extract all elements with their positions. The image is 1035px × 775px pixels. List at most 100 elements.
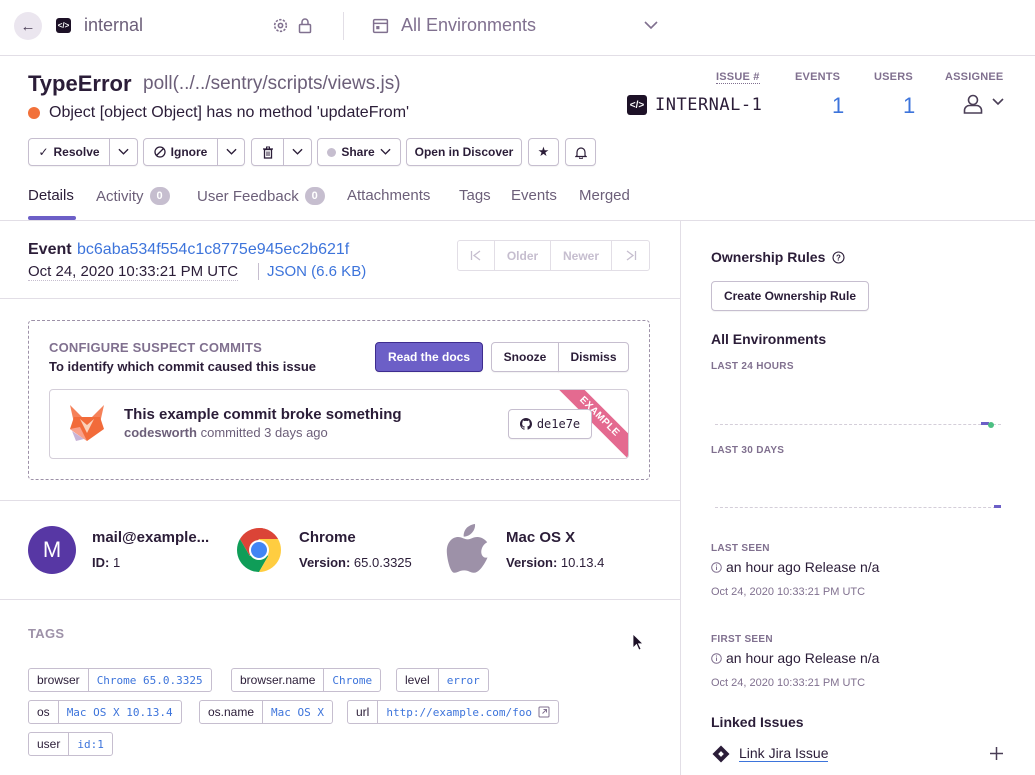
ignore-label: Ignore bbox=[170, 145, 208, 159]
first-seen-line: an hour ago Release n/a bbox=[711, 650, 879, 666]
tag-value: id:1 bbox=[77, 737, 104, 751]
question-circle-icon[interactable]: ? bbox=[832, 251, 845, 264]
divider bbox=[0, 599, 680, 600]
newer-button[interactable]: Newer bbox=[550, 240, 612, 271]
browser-context-title: Chrome bbox=[299, 529, 356, 546]
share-label: Share bbox=[341, 145, 375, 159]
back-arrow-icon[interactable]: ← bbox=[14, 12, 42, 40]
tag-pill[interactable]: os Mac OS X 10.13.4 bbox=[28, 700, 182, 724]
suspect-commits-heading: CONFIGURE SUSPECT COMMITS bbox=[49, 340, 263, 355]
commit-sha-button[interactable]: de1e7e bbox=[508, 409, 592, 439]
divider bbox=[0, 500, 680, 501]
tab-merged[interactable]: Merged bbox=[579, 187, 630, 204]
tab-attachments[interactable]: Attachments bbox=[347, 187, 430, 204]
tag-value-text: http://example.com/foo bbox=[386, 705, 533, 719]
first-seen-label: FIRST SEEN bbox=[711, 634, 773, 645]
issue-title: TypeError bbox=[28, 71, 132, 96]
chevron-down-icon[interactable] bbox=[992, 97, 1004, 107]
share-status-dot bbox=[327, 147, 337, 157]
ignore-dropdown-button[interactable] bbox=[218, 138, 245, 166]
count-badge: 0 bbox=[304, 187, 325, 205]
last-event-button[interactable] bbox=[611, 240, 650, 271]
bookmark-button[interactable]: ★ bbox=[528, 138, 559, 166]
divider bbox=[0, 298, 680, 299]
ownership-rules-label: Ownership Rules bbox=[711, 249, 826, 265]
events-count[interactable]: 1 bbox=[832, 93, 844, 119]
project-name[interactable]: internal bbox=[84, 15, 143, 36]
tag-pill[interactable]: os.name Mac OS X bbox=[199, 700, 334, 724]
tag-pill[interactable]: url http://example.com/foo bbox=[347, 700, 560, 724]
os-version-label: Version: bbox=[506, 555, 558, 570]
create-ownership-rule-button[interactable]: Create Ownership Rule bbox=[711, 281, 869, 311]
resolve-button[interactable]: ✓ Resolve bbox=[28, 138, 110, 166]
lock-icon[interactable] bbox=[297, 17, 313, 34]
delete-button[interactable] bbox=[251, 138, 284, 166]
tab-user-feedback[interactable]: User Feedback 0 bbox=[197, 187, 325, 205]
ignore-button[interactable]: Ignore bbox=[143, 138, 218, 166]
browser-version-label: Version: bbox=[299, 555, 351, 570]
plus-icon[interactable] bbox=[989, 746, 1004, 761]
open-in-discover-button[interactable]: Open in Discover bbox=[406, 138, 522, 166]
delete-dropdown-button[interactable] bbox=[284, 138, 312, 166]
chart-24h-release-dot[interactable] bbox=[988, 422, 994, 428]
gear-icon[interactable] bbox=[272, 17, 289, 34]
link-jira-issue[interactable]: Link Jira Issue bbox=[739, 745, 829, 762]
tag-pill[interactable]: browser Chrome 65.0.3325 bbox=[28, 668, 212, 692]
tag-value: Chrome bbox=[332, 673, 373, 687]
tab-label: Tags bbox=[459, 187, 491, 204]
tag-pill[interactable]: user id:1 bbox=[28, 732, 113, 756]
event-id-link[interactable]: bc6aba534f554c1c8775e945ec2b621f bbox=[77, 241, 349, 259]
tab-label: Events bbox=[511, 187, 557, 204]
tags-heading: TAGS bbox=[28, 626, 65, 641]
chart-30d-bar bbox=[994, 505, 1001, 508]
sidebar-environment: All Environments bbox=[711, 331, 827, 347]
tab-details[interactable]: Details bbox=[28, 187, 74, 204]
jira-icon bbox=[712, 745, 730, 763]
subscribe-button[interactable] bbox=[565, 138, 596, 166]
environment-selector[interactable]: All Environments bbox=[401, 15, 536, 36]
json-link[interactable]: JSON (6.6 KB) bbox=[258, 263, 366, 280]
tab-label: Activity bbox=[96, 187, 144, 205]
users-count[interactable]: 1 bbox=[903, 93, 915, 119]
linked-issues-heading: Linked Issues bbox=[711, 714, 804, 730]
tag-key: browser.name bbox=[232, 669, 325, 691]
older-button[interactable]: Older bbox=[494, 240, 551, 271]
read-docs-button[interactable]: Read the docs bbox=[375, 342, 483, 372]
fox-avatar-icon bbox=[70, 405, 104, 441]
user-avatar: M bbox=[28, 526, 76, 574]
first-seen-time: an hour ago bbox=[726, 650, 801, 666]
tab-tags[interactable]: Tags bbox=[459, 187, 491, 204]
tag-value: Mac OS X bbox=[271, 705, 325, 719]
share-button[interactable]: Share bbox=[317, 138, 401, 166]
user-id-label: ID: bbox=[92, 555, 110, 570]
tag-key: browser bbox=[29, 669, 89, 691]
commit-author-line: codesworth committed 3 days ago bbox=[124, 425, 328, 440]
resolve-dropdown-button[interactable] bbox=[110, 138, 138, 166]
first-event-button[interactable] bbox=[457, 240, 495, 271]
dismiss-button[interactable]: Dismiss bbox=[558, 342, 629, 372]
tag-key: user bbox=[29, 733, 70, 755]
commit-author: codesworth bbox=[124, 425, 197, 440]
github-icon bbox=[519, 418, 532, 430]
tag-value: Mac OS X 10.13.4 bbox=[66, 705, 173, 719]
info-icon bbox=[711, 561, 722, 573]
tab-activity[interactable]: Activity 0 bbox=[96, 187, 170, 205]
tab-label: User Feedback bbox=[197, 187, 299, 205]
chevron-down-icon[interactable] bbox=[643, 19, 659, 31]
last-seen-time: an hour ago bbox=[726, 559, 801, 575]
resolve-label: Resolve bbox=[53, 145, 100, 159]
last-seen-line: an hour ago Release n/a bbox=[711, 559, 879, 575]
tab-events[interactable]: Events bbox=[511, 187, 557, 204]
tag-pill[interactable]: level error bbox=[396, 668, 489, 692]
user-icon[interactable] bbox=[962, 93, 984, 115]
external-link-icon[interactable] bbox=[538, 706, 550, 718]
chart-24h-baseline bbox=[715, 424, 1001, 425]
snooze-button[interactable]: Snooze bbox=[491, 342, 559, 372]
tag-value: http://example.com/foo bbox=[378, 701, 558, 723]
last-seen-label: LAST SEEN bbox=[711, 543, 770, 554]
skip-back-icon bbox=[470, 250, 481, 261]
last-seen-date: Oct 24, 2020 10:33:21 PM UTC bbox=[711, 586, 866, 598]
commit-sha: de1e7e bbox=[536, 417, 581, 431]
tag-pill[interactable]: browser.name Chrome bbox=[231, 668, 382, 692]
user-context-id: ID: 1 bbox=[92, 555, 120, 570]
